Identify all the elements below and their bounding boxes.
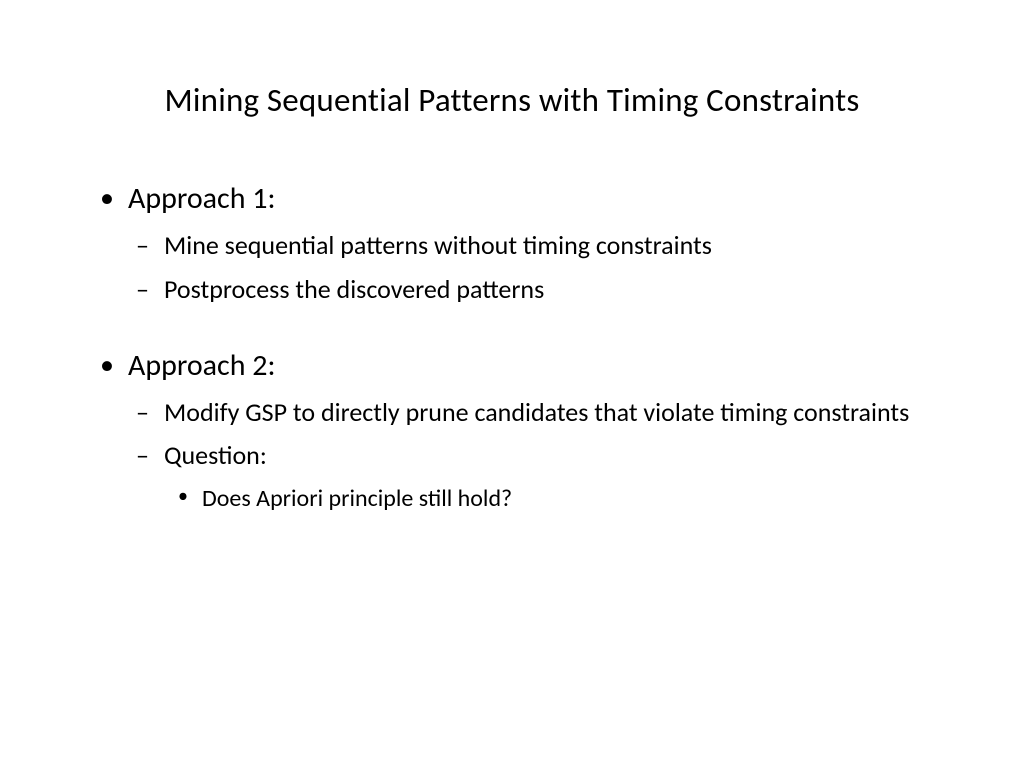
bullet-list-level1: Approach 1: Mine sequential patterns wit… — [100, 180, 964, 514]
slide-content: Approach 1: Mine sequential patterns wit… — [60, 180, 964, 514]
approach2-sub2: Question: Does Apriori principle still h… — [128, 439, 964, 514]
approach2-sub1: Modify GSP to directly prune candidates … — [128, 396, 964, 430]
approach1-sublist: Mine sequential patterns without timing … — [128, 229, 964, 307]
approach1-sub1: Mine sequential patterns without timing … — [128, 229, 964, 263]
approach2-question-sublist: Does Apriori principle still hold? — [164, 483, 964, 514]
approach2-label: Approach 2: — [128, 347, 276, 384]
approach2-question-sub1: Does Apriori principle still hold? — [164, 483, 964, 514]
approach2-question-label: Question: — [164, 439, 267, 471]
approach2-sublist: Modify GSP to directly prune candidates … — [128, 396, 964, 515]
bullet-approach2: Approach 2: Modify GSP to directly prune… — [100, 347, 964, 515]
approach1-label: Approach 1: — [128, 180, 276, 217]
slide-title: Mining Sequential Patterns with Timing C… — [60, 80, 964, 120]
bullet-approach1: Approach 1: Mine sequential patterns wit… — [100, 180, 964, 307]
approach1-sub2: Postprocess the discovered patterns — [128, 273, 964, 307]
